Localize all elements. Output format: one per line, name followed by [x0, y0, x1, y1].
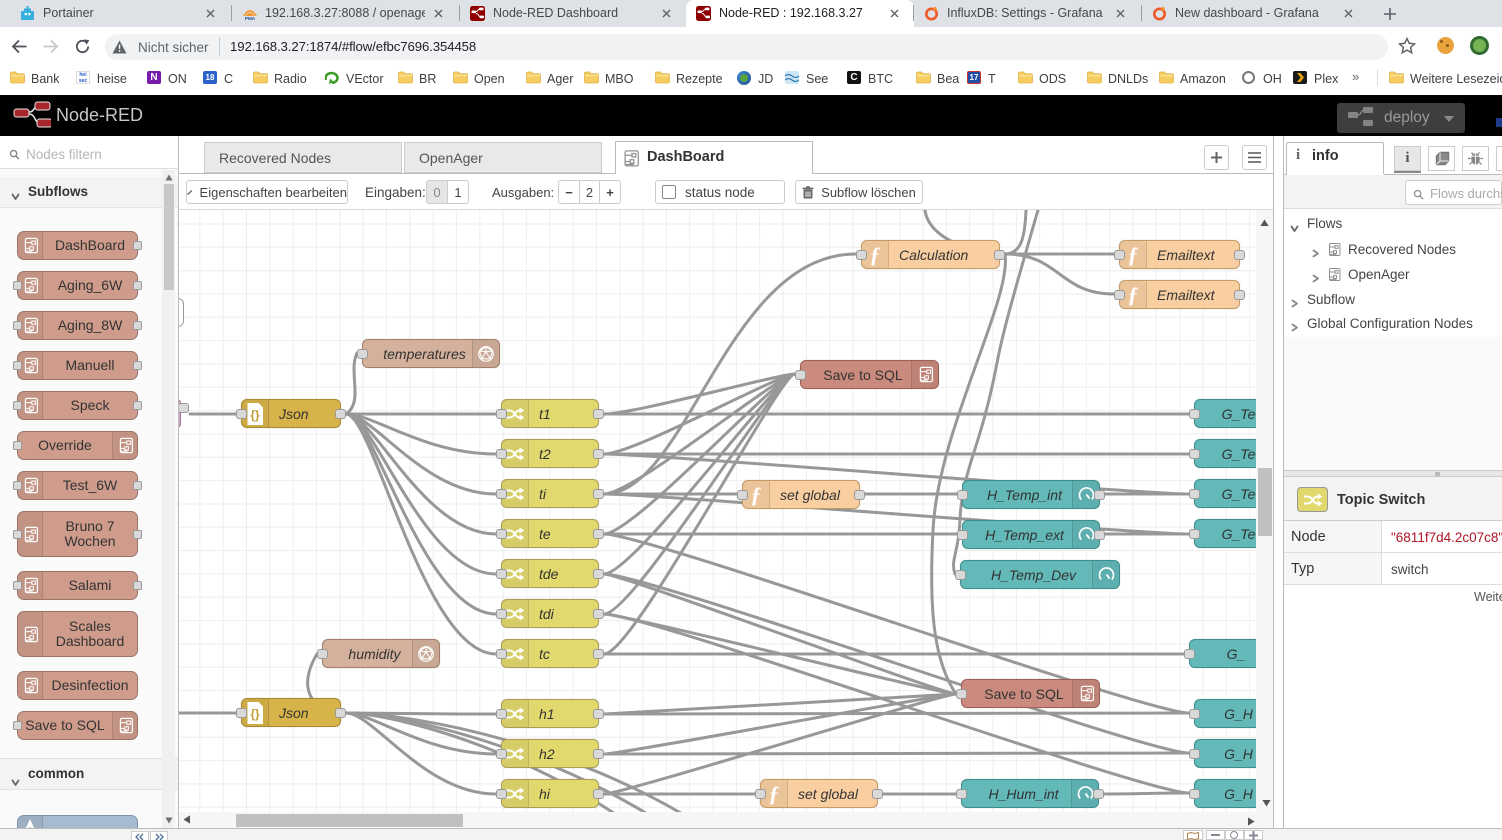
svg-text:{}: {}: [250, 408, 260, 422]
svg-text:{}: {}: [250, 707, 260, 721]
svg-text:PMA: PMA: [245, 16, 256, 21]
